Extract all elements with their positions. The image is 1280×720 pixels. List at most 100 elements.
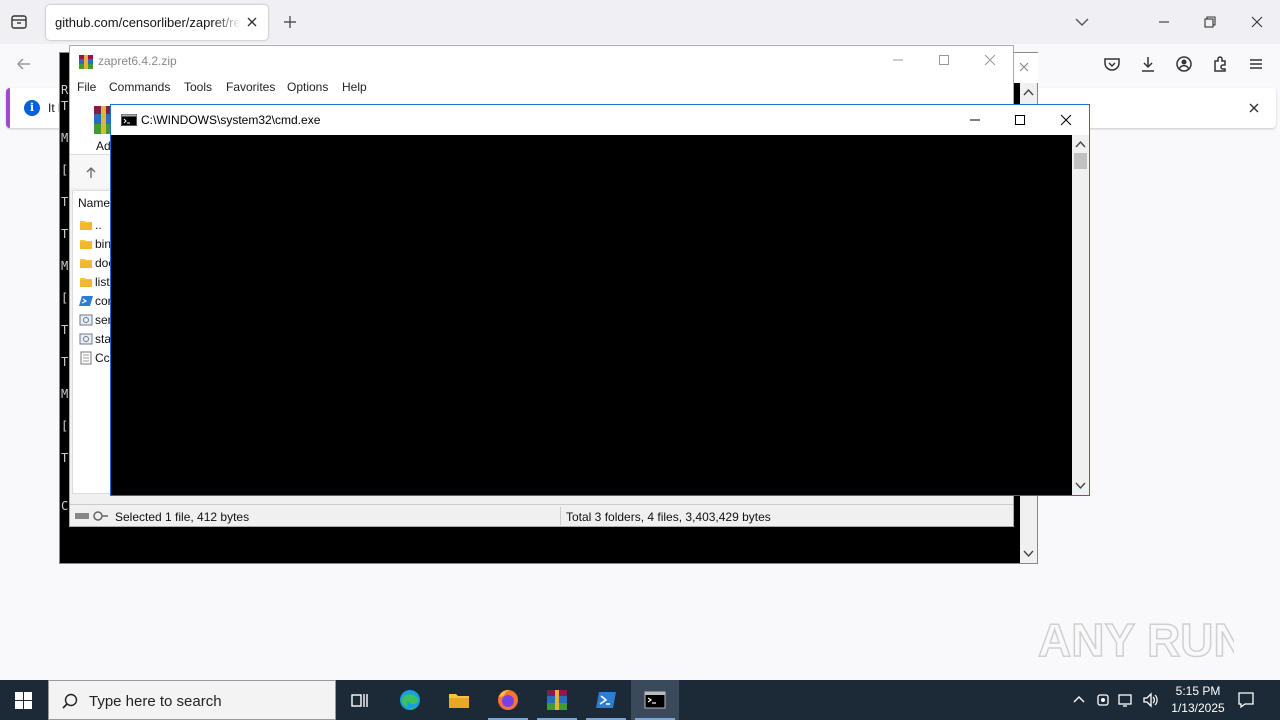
close-icon[interactable] bbox=[1058, 112, 1074, 128]
menu-options[interactable]: Options bbox=[287, 80, 328, 94]
clock-date: 1/13/2025 bbox=[1171, 701, 1225, 715]
minimize-icon[interactable] bbox=[890, 52, 906, 68]
list-all-tabs-icon[interactable] bbox=[1072, 12, 1092, 32]
file-list-row[interactable]: doc bbox=[76, 254, 111, 272]
menu-file[interactable]: File bbox=[77, 80, 96, 94]
console-char: T bbox=[61, 195, 69, 209]
text-file-icon bbox=[80, 351, 92, 365]
console-char: T bbox=[61, 323, 69, 337]
cmd-icon bbox=[644, 691, 666, 709]
status-selected: Selected 1 file, 412 bytes bbox=[115, 510, 250, 524]
browser-tab[interactable]: github.com/censorliber/zapret/releases bbox=[46, 5, 268, 40]
close-tab-icon[interactable] bbox=[244, 14, 260, 30]
network-icon[interactable] bbox=[1117, 691, 1135, 709]
file-list-row[interactable]: cor bbox=[76, 292, 111, 310]
restore-icon[interactable] bbox=[1196, 8, 1224, 36]
account-icon[interactable] bbox=[1173, 53, 1195, 75]
file-list-row[interactable]: star bbox=[76, 330, 111, 348]
info-icon: i bbox=[24, 100, 40, 116]
cmd-scrollbar[interactable] bbox=[1072, 135, 1089, 495]
firefox-icon bbox=[498, 689, 518, 710]
task-view-icon bbox=[351, 694, 368, 707]
file-list[interactable]: Name .. bin doclistscorservstarСсь bbox=[72, 190, 112, 494]
close-notice-icon[interactable] bbox=[1246, 100, 1262, 116]
console-char: T bbox=[61, 99, 69, 113]
powershell-icon bbox=[596, 692, 616, 708]
cmd-window[interactable]: C:\WINDOWS\system32\cmd.exe bbox=[110, 104, 1090, 496]
console-char: R bbox=[61, 83, 69, 97]
taskbar: Type here to search 5:15 PM 1/13/2025 bbox=[0, 680, 1280, 720]
minimize-icon[interactable] bbox=[1150, 8, 1178, 36]
drive-key-icon bbox=[75, 511, 108, 521]
minimize-icon[interactable] bbox=[967, 112, 983, 128]
downloads-icon[interactable] bbox=[1137, 53, 1159, 75]
chevron-up-icon[interactable] bbox=[1070, 691, 1088, 709]
scroll-up-icon[interactable] bbox=[1075, 139, 1086, 150]
notification-center-icon[interactable] bbox=[1236, 690, 1256, 710]
new-tab-icon[interactable] bbox=[280, 12, 300, 32]
batch-file-icon bbox=[79, 314, 93, 326]
winrar-title-bar[interactable]: zapret6.4.2.zip bbox=[70, 46, 1013, 76]
folder-icon bbox=[80, 278, 92, 287]
menu-hamburger-icon[interactable] bbox=[1245, 53, 1267, 75]
browser-tab-bar: github.com/censorliber/zapret/releases bbox=[0, 0, 1280, 44]
file-explorer-taskbar-button[interactable] bbox=[435, 680, 483, 720]
volume-icon[interactable] bbox=[1141, 691, 1159, 709]
console-char: T bbox=[61, 355, 69, 369]
tab-title: github.com/censorliber/zapret/releases bbox=[55, 15, 241, 30]
scrollbar-thumb[interactable] bbox=[1074, 153, 1087, 169]
file-name: bin bbox=[95, 237, 112, 251]
file-list-row[interactable]: .. bbox=[76, 216, 111, 234]
cmd-taskbar-button[interactable] bbox=[631, 680, 679, 720]
close-icon[interactable] bbox=[1016, 59, 1032, 75]
winrar-title: zapret6.4.2.zip bbox=[98, 54, 177, 68]
close-window-icon[interactable] bbox=[1243, 8, 1271, 36]
cmd-console-output[interactable] bbox=[111, 135, 1072, 495]
firefox-taskbar-button[interactable] bbox=[484, 680, 532, 720]
column-header-name[interactable]: Name bbox=[78, 196, 110, 210]
powershell-taskbar-button[interactable] bbox=[582, 680, 630, 720]
status-total: Total 3 folders, 4 files, 3,403,429 byte… bbox=[566, 510, 771, 524]
menu-help[interactable]: Help bbox=[342, 80, 367, 94]
taskbar-search-box[interactable]: Type here to search bbox=[48, 680, 336, 720]
system-clock[interactable]: 5:15 PM 1/13/2025 bbox=[1162, 683, 1234, 717]
task-view-button[interactable] bbox=[336, 680, 384, 720]
close-icon[interactable] bbox=[982, 52, 998, 68]
winrar-taskbar-button[interactable] bbox=[533, 680, 581, 720]
cmd-title-bar[interactable]: C:\WINDOWS\system32\cmd.exe bbox=[111, 105, 1089, 135]
console-char: [ bbox=[61, 163, 69, 177]
file-list-row[interactable]: lists bbox=[76, 273, 111, 291]
maximize-icon[interactable] bbox=[1012, 112, 1028, 128]
console-char: [ bbox=[61, 419, 69, 433]
firefox-view-icon[interactable] bbox=[10, 13, 28, 31]
menu-tools[interactable]: Tools bbox=[184, 80, 212, 94]
winrar-status-bar: Selected 1 file, 412 bytes Total 3 folde… bbox=[70, 504, 1013, 526]
meet-now-icon[interactable] bbox=[1094, 691, 1112, 709]
scroll-up-icon[interactable] bbox=[1023, 87, 1034, 98]
search-icon bbox=[62, 693, 78, 709]
winrar-menu-bar: File Commands Tools Favorites Options He… bbox=[70, 76, 1013, 98]
anyrun-watermark: ANY RUN bbox=[1038, 613, 1234, 667]
file-list-row[interactable]: Ссь bbox=[76, 349, 111, 367]
edge-icon bbox=[400, 690, 420, 710]
start-button[interactable] bbox=[0, 680, 48, 720]
scroll-down-icon[interactable] bbox=[1023, 548, 1034, 559]
winrar-icon bbox=[547, 690, 567, 710]
file-list-row[interactable]: bin bbox=[76, 235, 112, 253]
console-char: [ bbox=[61, 291, 69, 305]
up-arrow-icon[interactable] bbox=[84, 166, 98, 180]
scroll-down-icon[interactable] bbox=[1075, 480, 1086, 491]
extensions-icon[interactable] bbox=[1209, 53, 1231, 75]
maximize-icon[interactable] bbox=[936, 52, 952, 68]
pocket-icon[interactable] bbox=[1101, 53, 1123, 75]
folder-icon bbox=[449, 694, 469, 708]
console-char: T bbox=[61, 451, 69, 465]
console-char: M bbox=[61, 387, 69, 401]
folder-icon bbox=[80, 240, 92, 249]
edge-taskbar-button[interactable] bbox=[386, 680, 434, 720]
menu-commands[interactable]: Commands bbox=[109, 80, 170, 94]
file-list-row[interactable]: serv bbox=[76, 311, 111, 329]
menu-favorites[interactable]: Favorites bbox=[226, 80, 275, 94]
back-arrow-icon[interactable] bbox=[13, 53, 35, 75]
file-name: .. bbox=[95, 218, 102, 232]
